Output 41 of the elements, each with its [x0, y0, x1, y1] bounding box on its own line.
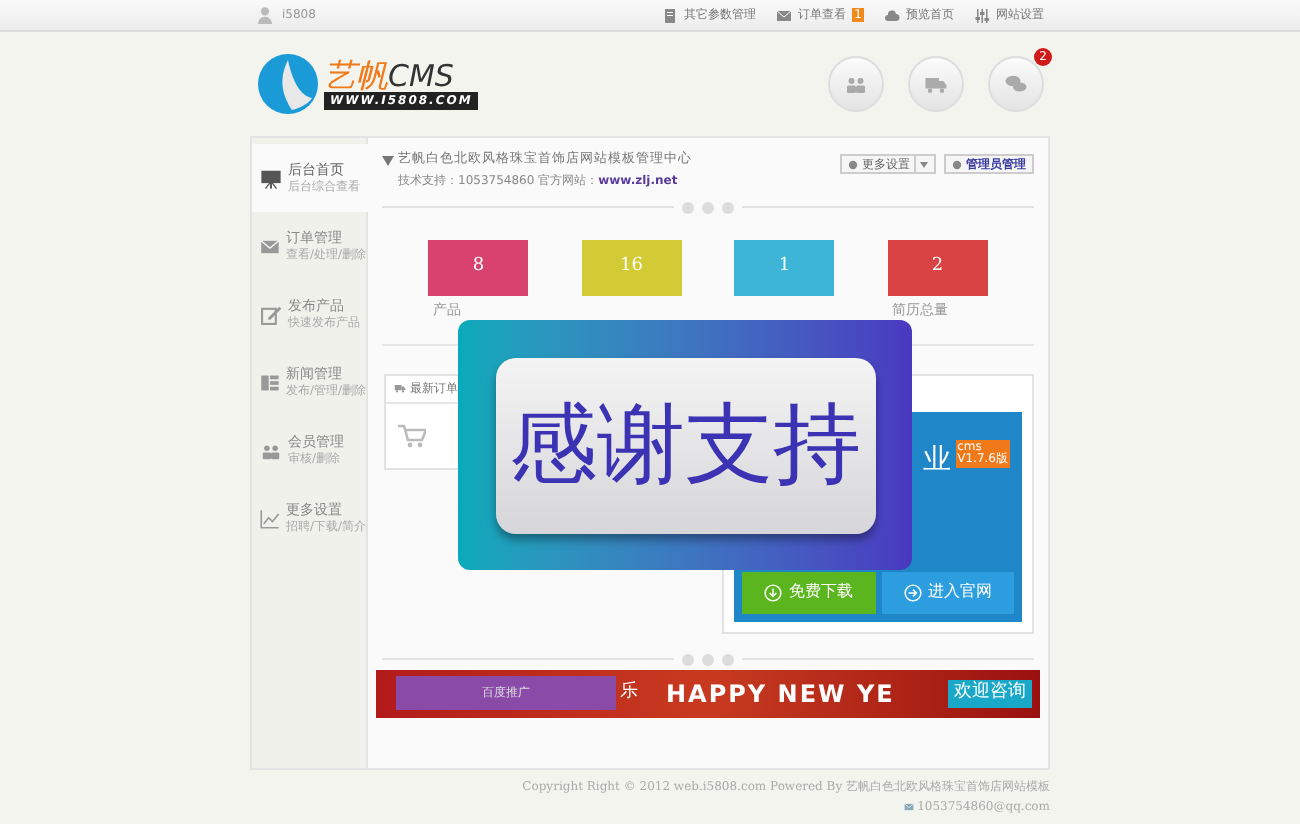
dot-icon — [722, 201, 734, 214]
dot-icon — [682, 653, 694, 666]
chat-icon — [1004, 72, 1028, 96]
banner-char: 乐 — [620, 680, 638, 706]
promo-button[interactable]: 进入官网 — [881, 571, 1014, 614]
banner-text: HAPPY NEW YE — [666, 677, 895, 712]
cloud-icon — [884, 7, 900, 23]
truck-icon — [924, 72, 948, 96]
truck-icon — [394, 382, 406, 395]
round-button[interactable] — [828, 56, 884, 112]
dot-icon — [682, 201, 694, 214]
stat-card: 2 — [887, 239, 988, 296]
envelope-icon — [776, 7, 793, 23]
logo-name: 艺帆 — [324, 59, 388, 91]
download-icon — [764, 583, 783, 602]
thanks-text: 感谢支持 — [509, 401, 861, 489]
promo-heading: 业 — [923, 441, 952, 480]
promo-button[interactable]: 免费下载 — [742, 571, 875, 614]
logo-suffix: CMS — [388, 61, 454, 91]
consult-text: 欢迎咨询 — [948, 680, 1032, 707]
round-button[interactable] — [908, 56, 964, 112]
sliders-icon — [974, 7, 990, 23]
arrow-circle-icon — [903, 583, 922, 602]
stat-card: 16 — [581, 239, 682, 296]
stat-card: 8 — [428, 239, 529, 296]
dot-icon — [722, 653, 734, 666]
dot-icon — [702, 653, 714, 666]
cart-icon — [398, 423, 426, 448]
document-icon — [662, 7, 679, 23]
user-icon — [256, 6, 274, 24]
stat-card: 1 — [734, 239, 835, 296]
envelope-icon — [903, 802, 914, 812]
people-icon — [844, 72, 868, 96]
edit-icon — [260, 303, 282, 325]
line-chart-icon — [260, 507, 280, 529]
logo-icon — [256, 52, 320, 116]
news-icon — [260, 371, 280, 393]
caret-icon — [920, 161, 928, 167]
envelope-icon — [260, 235, 280, 257]
dot-icon — [702, 201, 714, 214]
presentation-board-icon — [260, 167, 282, 189]
